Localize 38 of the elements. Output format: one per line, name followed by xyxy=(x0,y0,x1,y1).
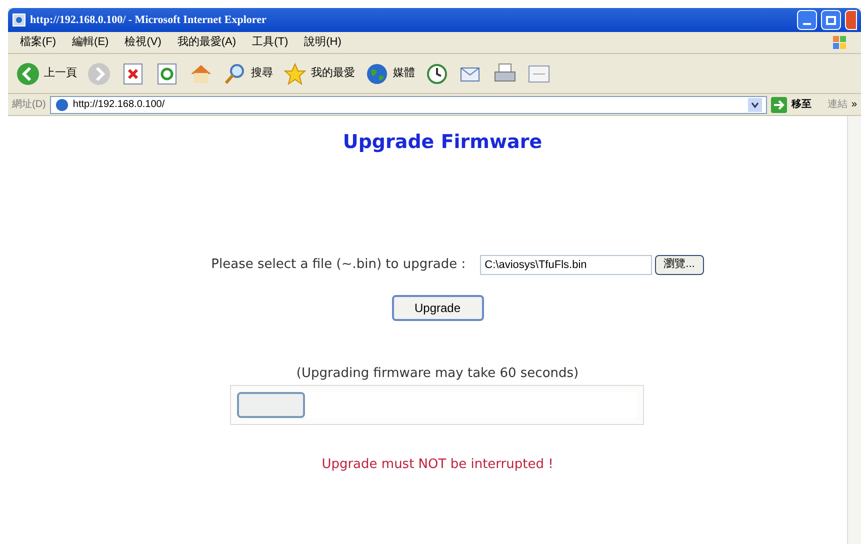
file-label: Please select a file (~.bin) to upgrade : xyxy=(211,256,466,274)
refresh-icon xyxy=(155,62,179,86)
maximize-button[interactable] xyxy=(821,10,841,30)
toolbar-button[interactable] xyxy=(425,62,449,86)
menu-item[interactable]: 說明(H) xyxy=(304,34,342,51)
globe-icon xyxy=(365,62,389,86)
warning-text: Upgrade must NOT be interrupted ! xyxy=(322,456,554,474)
upgrade-button[interactable]: Upgrade xyxy=(392,294,484,320)
window-title: http://192.168.0.100/ - Microsoft Internet Explorer xyxy=(30,12,268,28)
menu-item[interactable]: 工具(T) xyxy=(252,34,288,51)
star-icon xyxy=(283,62,307,86)
toolbar-button[interactable]: 上一頁 xyxy=(16,62,77,86)
stop-icon xyxy=(121,62,145,86)
minimize-button[interactable] xyxy=(797,10,817,30)
menu-item[interactable]: 我的最愛(A) xyxy=(177,34,236,51)
more-chevron[interactable]: » xyxy=(851,97,857,112)
toolbar-button[interactable]: 搜尋 xyxy=(223,62,273,86)
arrow-icon xyxy=(771,96,788,112)
browse-button[interactable]: 瀏覽... xyxy=(654,254,704,274)
toolbar-button[interactable]: 我的最愛 xyxy=(283,62,355,86)
browser-icon xyxy=(12,13,26,27)
page-icon xyxy=(54,98,69,112)
menu-item[interactable]: 編輯(E) xyxy=(72,34,109,51)
page-heading: Upgrade Firmware xyxy=(342,130,542,155)
dropdown-icon xyxy=(748,98,762,112)
search-icon xyxy=(223,62,247,86)
duration-note: (Upgrading firmware may take 60 seconds) xyxy=(296,364,579,382)
toolbar-button[interactable]: 媒體 xyxy=(365,62,415,86)
maximize-icon xyxy=(826,16,836,24)
file-path-field[interactable]: C:\aviosys\TfuFls.bin xyxy=(480,254,652,274)
windows-logo-icon xyxy=(831,34,849,52)
go-button[interactable]: 移至 xyxy=(771,96,812,112)
menu-item[interactable]: 檢視(V) xyxy=(124,34,162,51)
address-label: 網址(D) xyxy=(12,98,46,112)
address-field[interactable]: http://192.168.0.100/ xyxy=(50,96,768,114)
menu-item[interactable]: 檔案(F) xyxy=(20,34,56,51)
clock-icon xyxy=(425,62,449,86)
minimize-icon xyxy=(803,23,811,25)
